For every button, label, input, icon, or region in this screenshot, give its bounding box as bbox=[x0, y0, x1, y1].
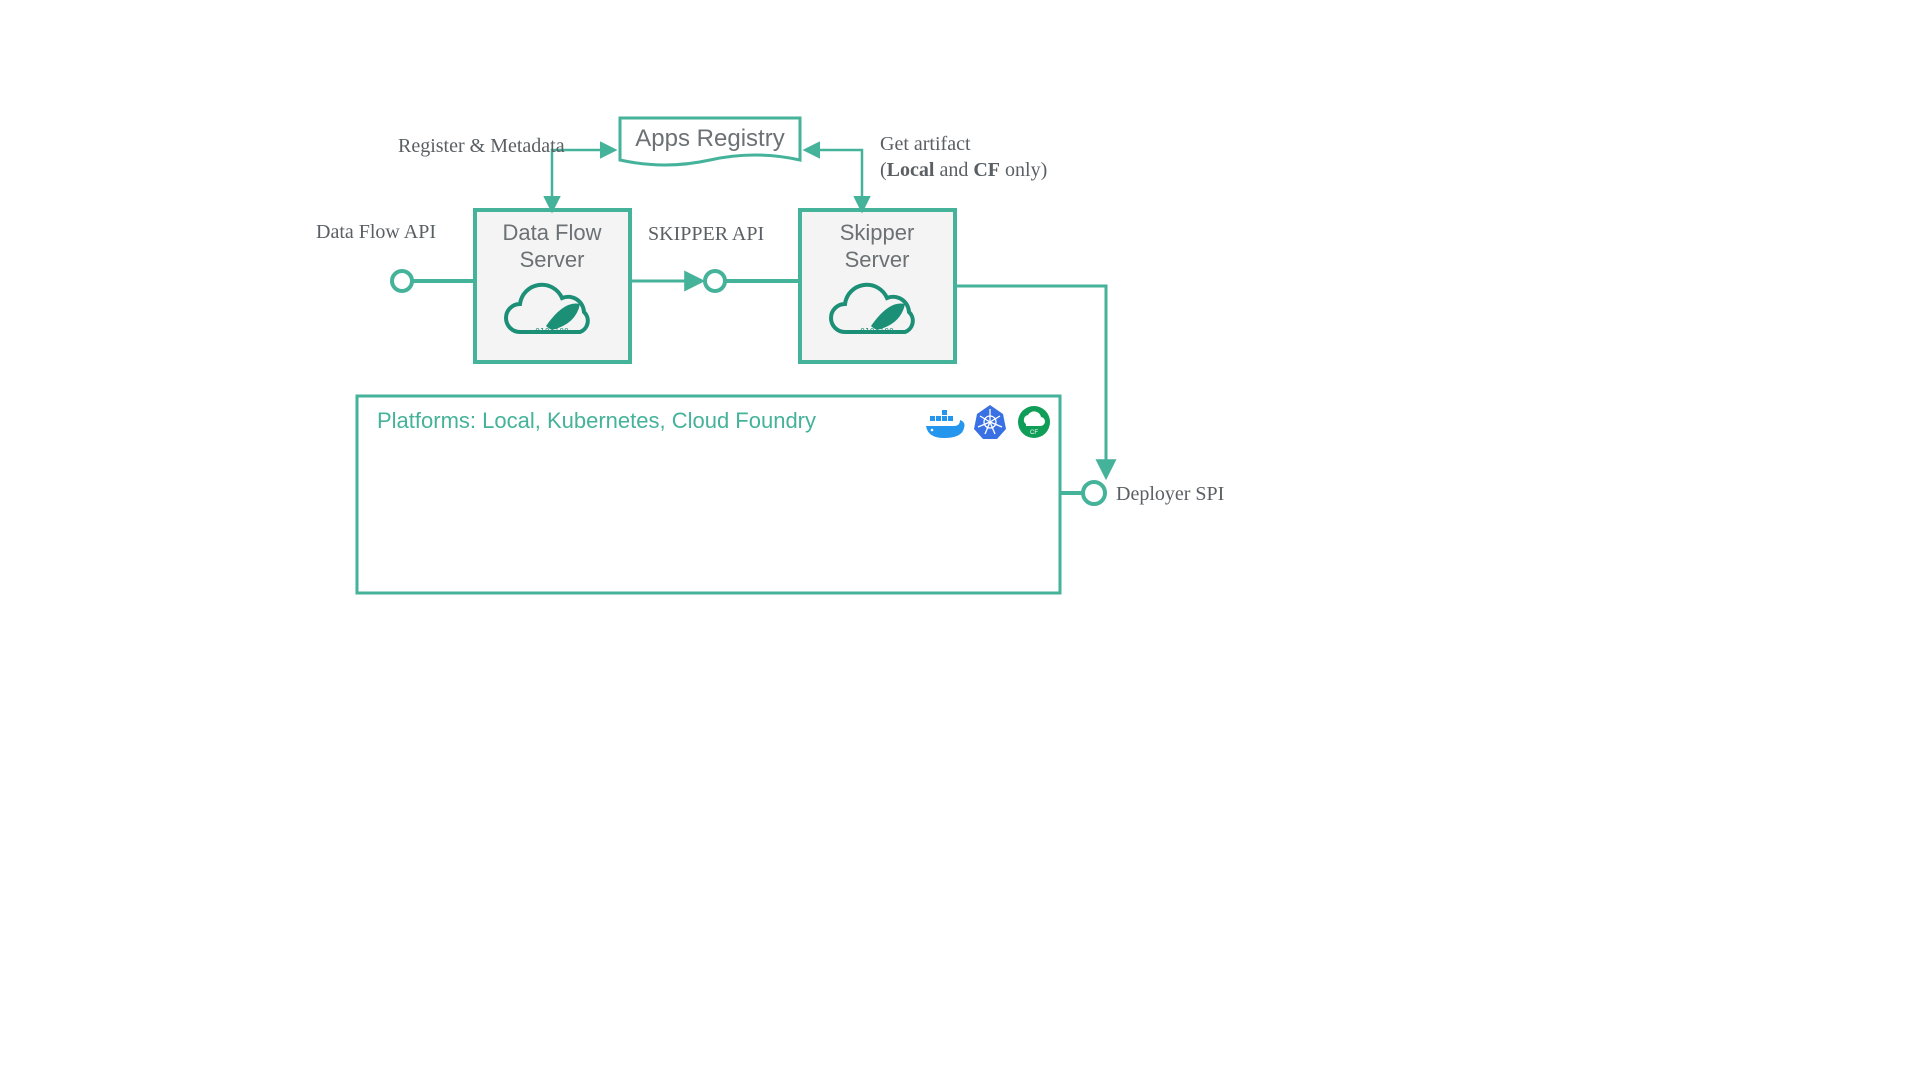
svg-text:CF: CF bbox=[1030, 430, 1038, 436]
data-flow-server-label-2: Server bbox=[520, 247, 585, 272]
platforms-box: Platforms: Local, Kubernetes, Cloud Foun… bbox=[357, 396, 1060, 593]
get-artifact-connector bbox=[806, 150, 862, 210]
apps-registry-box: Apps Registry bbox=[620, 118, 800, 165]
data-flow-api-connector bbox=[392, 271, 475, 291]
register-metadata-label: Register & Metadata bbox=[398, 135, 565, 157]
svg-text:0101100: 0101100 bbox=[535, 327, 569, 336]
data-flow-server-box: Data Flow Server 0101100 bbox=[475, 210, 630, 362]
data-flow-server-label-1: Data Flow bbox=[502, 220, 601, 245]
skipper-api-label: SKIPPER API bbox=[648, 223, 764, 245]
cloud-foundry-icon: CF bbox=[1018, 406, 1050, 438]
svg-text:0101100: 0101100 bbox=[860, 327, 894, 336]
architecture-diagram: Apps Registry Data Flow Server 0101100 S… bbox=[0, 0, 1920, 1080]
skipper-api-connector bbox=[630, 271, 800, 291]
register-metadata-connector bbox=[552, 150, 614, 210]
get-artifact-label-2: (Local and CF only) bbox=[880, 159, 1047, 181]
data-flow-api-label: Data Flow API bbox=[316, 221, 436, 243]
get-artifact-label-1: Get artifact bbox=[880, 133, 971, 155]
deployer-spi-label: Deployer SPI bbox=[1116, 483, 1224, 505]
skipper-server-box: Skipper Server 0101100 bbox=[800, 210, 955, 362]
skipper-server-label-1: Skipper bbox=[840, 220, 915, 245]
platforms-label: Platforms: Local, Kubernetes, Cloud Foun… bbox=[377, 408, 816, 433]
apps-registry-label: Apps Registry bbox=[635, 125, 784, 152]
skipper-server-label-2: Server bbox=[845, 247, 910, 272]
